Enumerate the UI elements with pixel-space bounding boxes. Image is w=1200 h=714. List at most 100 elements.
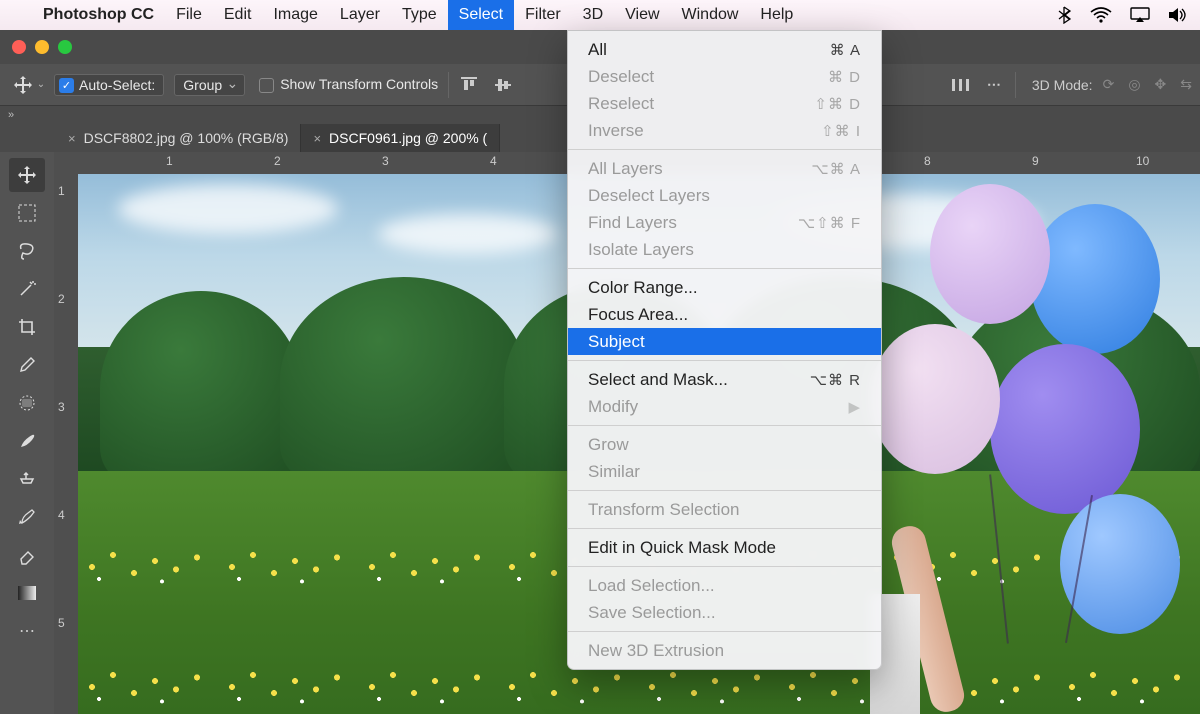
menu-item-label: New 3D Extrusion [588,641,724,661]
menu-view[interactable]: View [614,0,670,30]
close-icon[interactable]: × [68,131,76,146]
menu-item[interactable]: Color Range... [568,274,881,301]
window-zoom-button[interactable] [58,40,72,54]
menu-layer[interactable]: Layer [329,0,391,30]
menu-item-shortcut: ⇧⌘ I [821,122,861,140]
volume-icon[interactable] [1168,7,1188,23]
menu-item-shortcut: ⌘ A [830,41,861,59]
menu-image[interactable]: Image [262,0,328,30]
eyedropper-tool[interactable] [9,348,45,382]
menu-item-label: All [588,40,607,60]
menu-filter[interactable]: Filter [514,0,572,30]
align-top-icon[interactable] [459,75,479,95]
menu-window[interactable]: Window [671,0,750,30]
window-close-button[interactable] [12,40,26,54]
3d-mode-icons: ⟳ ◎ ✥ ⇆ [1103,76,1192,93]
submenu-arrow-icon: ▶ [848,398,861,416]
menu-item-label: Grow [588,435,629,455]
3d-roll-icon[interactable]: ◎ [1128,76,1140,93]
wifi-icon[interactable] [1090,7,1112,23]
lasso-tool[interactable] [9,234,45,268]
align-icons [459,75,513,95]
menu-item[interactable]: Focus Area... [568,301,881,328]
menu-separator [568,425,881,426]
clone-stamp-tool[interactable] [9,462,45,496]
bluetooth-icon[interactable] [1058,6,1072,24]
menu-item-shortcut: ⌥⌘ R [810,371,861,389]
menu-item[interactable]: Subject [568,328,881,355]
menu-item-label: Deselect [588,67,654,87]
menu-item[interactable]: All ⌘ A [568,36,881,63]
3d-pan-icon[interactable]: ✥ [1155,76,1167,93]
menu-item: Save Selection... [568,599,881,626]
menu-separator [568,268,881,269]
brush-tool[interactable] [9,424,45,458]
menu-item[interactable]: Edit in Quick Mask Mode [568,534,881,561]
auto-select-target-dropdown[interactable]: Group [174,74,245,96]
more-options-icon[interactable]: ⋯ [985,75,1005,95]
menu-separator [568,566,881,567]
gradient-tool[interactable] [9,576,45,610]
ruler-vertical: 1 2 3 4 5 [54,152,78,714]
crop-tool[interactable] [9,310,45,344]
menu-select[interactable]: Select [448,0,514,30]
more-tools[interactable]: ⋯ [9,614,45,648]
tool-panel: ⋯ [0,152,54,714]
magic-wand-tool[interactable] [9,272,45,306]
menu-item-shortcut: ⌘ D [828,68,861,86]
3d-orbit-icon[interactable]: ⟳ [1103,76,1115,93]
airplay-icon[interactable] [1130,7,1150,23]
menu-edit[interactable]: Edit [213,0,263,30]
menu-item: Modify ▶ [568,393,881,420]
system-tray [1058,6,1188,24]
menu-item-shortcut: ⌥⇧⌘ F [798,214,861,232]
auto-select-checkbox[interactable]: ✓ Auto-Select: [54,74,164,96]
menu-item: Deselect ⌘ D [568,63,881,90]
menu-item: Similar [568,458,881,485]
menu-type[interactable]: Type [391,0,448,30]
menu-item: Deselect Layers [568,182,881,209]
marquee-tool[interactable] [9,196,45,230]
show-transform-checkbox[interactable]: Show Transform Controls [259,76,438,93]
align-vcenter-icon[interactable] [493,75,513,95]
menu-item: Find Layers ⌥⇧⌘ F [568,209,881,236]
menu-item: All Layers⌥⌘ A [568,155,881,182]
menu-3d[interactable]: 3D [572,0,614,30]
3d-mode-label: 3D Mode: [1032,77,1093,93]
menu-item: Reselect⇧⌘ D [568,90,881,117]
menu-item-shortcut: ⇧⌘ D [814,95,861,113]
app-name[interactable]: Photoshop CC [32,0,165,30]
chevron-down-icon: ⌄ [37,79,45,90]
menu-item-shortcut: ⌥⌘ A [811,160,861,178]
document-tab[interactable]: ×DSCF0961.jpg @ 200% ( [301,124,500,152]
checkmark-icon: ✓ [59,78,74,93]
menu-item: Transform Selection [568,496,881,523]
menu-item-label: Find Layers [588,213,677,233]
menu-item-label: Save Selection... [588,603,716,623]
menu-item[interactable]: Select and Mask...⌥⌘ R [568,366,881,393]
move-tool-preset[interactable]: ⌄ [8,75,50,95]
menu-item-label: Deselect Layers [588,186,710,206]
distribute-h-icon[interactable] [951,75,971,95]
distribute-icons: ⋯ [951,75,1005,95]
close-icon[interactable]: × [313,131,321,146]
separator [448,72,449,98]
3d-slide-icon[interactable]: ⇆ [1180,76,1192,93]
window-minimize-button[interactable] [35,40,49,54]
menu-separator [568,490,881,491]
menu-separator [568,360,881,361]
move-tool[interactable] [9,158,45,192]
group-label: Group [183,77,222,93]
menu-item: New 3D Extrusion [568,637,881,664]
history-brush-tool[interactable] [9,500,45,534]
document-tab[interactable]: ×DSCF8802.jpg @ 100% (RGB/8) [56,124,301,152]
menu-separator [568,528,881,529]
auto-select-label: Auto-Select: [79,77,155,93]
menu-file[interactable]: File [165,0,213,30]
menu-item-label: Color Range... [588,278,698,298]
eraser-tool[interactable] [9,538,45,572]
healing-brush-tool[interactable] [9,386,45,420]
menu-item-label: Modify [588,397,638,417]
menu-help[interactable]: Help [749,0,804,30]
menu-item-label: Edit in Quick Mask Mode [588,538,776,558]
